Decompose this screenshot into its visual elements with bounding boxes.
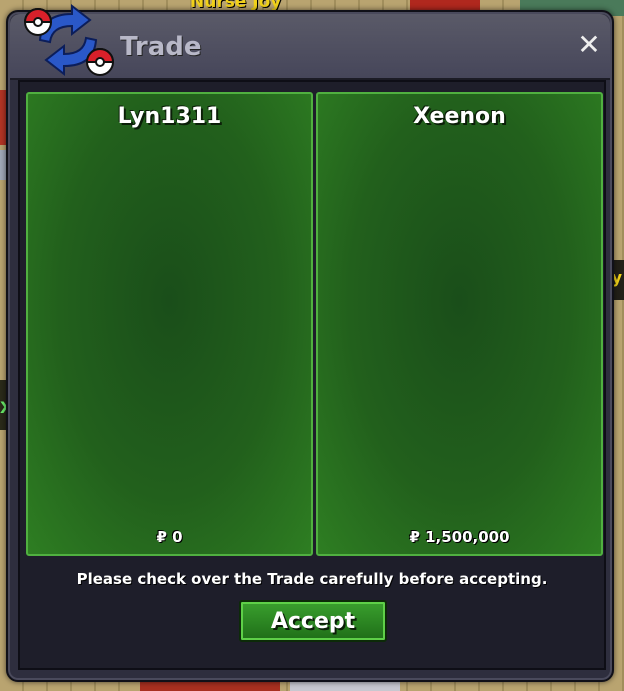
accept-button[interactable]: Accept xyxy=(239,600,387,642)
window-title: Trade xyxy=(120,32,202,62)
player-name: Xeenon xyxy=(413,104,506,129)
money-offer: ₽ 1,500,000 xyxy=(409,528,510,546)
trade-pokeball-icon xyxy=(23,3,115,77)
player-name: Lyn1311 xyxy=(117,104,222,129)
trade-offer-panel-partner: Xeenon ₽ 1,500,000 xyxy=(316,92,603,556)
close-icon[interactable]: ✕ xyxy=(576,31,602,59)
trade-window: Trade ✕ Lyn1311 ₽ 0 Xeenon ₽ 1,500,000 P… xyxy=(6,3,614,682)
trade-offer-panel-self[interactable]: Lyn1311 ₽ 0 xyxy=(26,92,313,556)
money-offer: ₽ 0 xyxy=(156,528,183,546)
trade-body: Lyn1311 ₽ 0 Xeenon ₽ 1,500,000 Please ch… xyxy=(18,80,606,670)
trade-warning-text: Please check over the Trade carefully be… xyxy=(76,570,548,588)
